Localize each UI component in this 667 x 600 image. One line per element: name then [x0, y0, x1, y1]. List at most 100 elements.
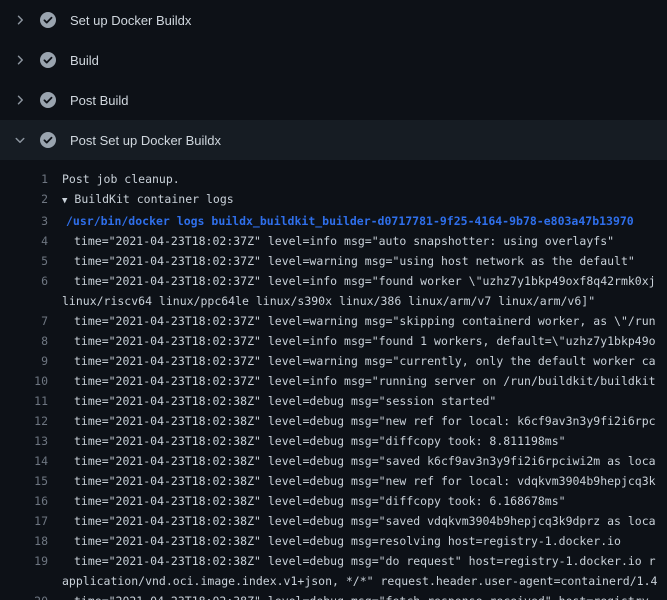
chevron-down-icon	[12, 132, 28, 148]
group-toggle-icon[interactable]: ▼	[62, 196, 67, 206]
log-line: 16 ▼time="2021-04-23T18:02:38Z" level=de…	[0, 491, 667, 511]
log-line-content: time="2021-04-23T18:02:38Z" level=debug …	[74, 434, 566, 448]
check-circle-icon	[40, 52, 56, 68]
log-line: 9 ▼time="2021-04-23T18:02:37Z" level=war…	[0, 351, 667, 371]
log-line-text: ▼time="2021-04-23T18:02:38Z" level=debug…	[48, 591, 649, 600]
log-line-text: ▼/usr/bin/docker logs buildx_buildkit_bu…	[48, 211, 634, 231]
log-line-number[interactable]: 11	[0, 391, 48, 411]
log-line-content: time="2021-04-23T18:02:38Z" level=debug …	[74, 554, 656, 568]
log-line-text: ▼time="2021-04-23T18:02:38Z" level=debug…	[48, 511, 656, 531]
chevron-right-icon	[12, 12, 28, 28]
log-line-text: ▼time="2021-04-23T18:02:38Z" level=debug…	[48, 451, 656, 471]
log-line-text: ▼time="2021-04-23T18:02:37Z" level=warni…	[48, 351, 656, 371]
check-circle-icon	[40, 92, 56, 108]
log-line-text: ▼ BuildKit container logs	[48, 189, 234, 211]
log-line-number[interactable]: 18	[0, 531, 48, 551]
log-line: ▼application/vnd.oci.image.index.v1+json…	[0, 571, 667, 591]
step-section-title: Set up Docker Buildx	[70, 13, 191, 28]
log-line-content: time="2021-04-23T18:02:37Z" level=info m…	[74, 334, 656, 348]
log-line: 15 ▼time="2021-04-23T18:02:38Z" level=de…	[0, 471, 667, 491]
log-line-number[interactable]: 8	[0, 331, 48, 351]
log-line-text: ▼time="2021-04-23T18:02:37Z" level=info …	[48, 231, 614, 251]
log-line: 17 ▼time="2021-04-23T18:02:38Z" level=de…	[0, 511, 667, 531]
step-section-title: Build	[70, 53, 99, 68]
log-line: 12 ▼time="2021-04-23T18:02:38Z" level=de…	[0, 411, 667, 431]
log-line-text: ▼linux/riscv64 linux/ppc64le linux/s390x…	[48, 291, 595, 311]
log-line: 8 ▼time="2021-04-23T18:02:37Z" level=inf…	[0, 331, 667, 351]
step-section-header[interactable]: Set up Docker Buildx	[0, 0, 667, 40]
log-line-content: time="2021-04-23T18:02:38Z" level=debug …	[74, 414, 656, 428]
log-line-text: ▼time="2021-04-23T18:02:37Z" level=warni…	[48, 251, 635, 271]
step-section-header[interactable]: Build	[0, 40, 667, 80]
log-line-number[interactable]: 7	[0, 311, 48, 331]
log-line-content: time="2021-04-23T18:02:38Z" level=debug …	[74, 394, 496, 408]
step-section-title: Post Set up Docker Buildx	[70, 133, 221, 148]
log-line-number[interactable]: 20	[0, 591, 48, 600]
log-line: 7 ▼time="2021-04-23T18:02:37Z" level=war…	[0, 311, 667, 331]
log-line-number[interactable]: 1	[0, 169, 48, 189]
log-line-text: ▼time="2021-04-23T18:02:38Z" level=debug…	[48, 471, 656, 491]
log-line-content: time="2021-04-23T18:02:37Z" level=info m…	[74, 274, 656, 288]
step-section-title: Post Build	[70, 93, 129, 108]
log-line-number[interactable]: 16	[0, 491, 48, 511]
log-line: 2 ▼ BuildKit container logs	[0, 189, 667, 211]
log-line-number[interactable]: 13	[0, 431, 48, 451]
log-line-number[interactable]: 4	[0, 231, 48, 251]
log-line-text: ▼time="2021-04-23T18:02:38Z" level=debug…	[48, 531, 621, 551]
log-line-number[interactable]: 5	[0, 251, 48, 271]
log-line: 1 ▼Post job cleanup.	[0, 169, 667, 189]
log-line: 3 ▼/usr/bin/docker logs buildx_buildkit_…	[0, 211, 667, 231]
log-line-content: time="2021-04-23T18:02:37Z" level=warnin…	[74, 254, 635, 268]
log-line: 6 ▼time="2021-04-23T18:02:37Z" level=inf…	[0, 271, 667, 291]
log-line: 5 ▼time="2021-04-23T18:02:37Z" level=war…	[0, 251, 667, 271]
log-line-number[interactable]: 9	[0, 351, 48, 371]
check-circle-icon	[40, 12, 56, 28]
log-line: 14 ▼time="2021-04-23T18:02:38Z" level=de…	[0, 451, 667, 471]
log-line-text: ▼time="2021-04-23T18:02:38Z" level=debug…	[48, 411, 656, 431]
log-line-text: ▼time="2021-04-23T18:02:38Z" level=debug…	[48, 391, 496, 411]
log-line: 13 ▼time="2021-04-23T18:02:38Z" level=de…	[0, 431, 667, 451]
log-line-text: ▼time="2021-04-23T18:02:38Z" level=debug…	[48, 491, 566, 511]
log-line-content: time="2021-04-23T18:02:37Z" level=warnin…	[74, 354, 656, 368]
log-line-content: time="2021-04-23T18:02:38Z" level=debug …	[74, 494, 566, 508]
log-line-text: ▼time="2021-04-23T18:02:37Z" level=warni…	[48, 311, 656, 331]
log-line-content: linux/riscv64 linux/ppc64le linux/s390x …	[62, 294, 595, 308]
log-line-number[interactable]: 2	[0, 189, 48, 211]
log-line-content: time="2021-04-23T18:02:38Z" level=debug …	[74, 594, 649, 600]
log-line-text: ▼time="2021-04-23T18:02:37Z" level=info …	[48, 271, 656, 291]
step-section-header[interactable]: Post Set up Docker Buildx	[0, 120, 667, 160]
log-line-text: ▼application/vnd.oci.image.index.v1+json…	[48, 571, 657, 591]
log-line-content: /usr/bin/docker logs buildx_buildkit_bui…	[66, 214, 634, 228]
log-line-number[interactable]	[0, 291, 48, 311]
log-line-content: time="2021-04-23T18:02:38Z" level=debug …	[74, 454, 656, 468]
log-line: ▼linux/riscv64 linux/ppc64le linux/s390x…	[0, 291, 667, 311]
step-section-header[interactable]: Post Build	[0, 80, 667, 120]
log-line-text: ▼time="2021-04-23T18:02:37Z" level=info …	[48, 371, 656, 391]
log-line-content: application/vnd.oci.image.index.v1+json,…	[62, 574, 657, 588]
log-line-number[interactable]: 3	[0, 211, 48, 231]
log-line: 10 ▼time="2021-04-23T18:02:37Z" level=in…	[0, 371, 667, 391]
log-line-text: ▼time="2021-04-23T18:02:38Z" level=debug…	[48, 551, 656, 571]
log-line-content: time="2021-04-23T18:02:37Z" level=info m…	[74, 374, 656, 388]
chevron-right-icon	[12, 92, 28, 108]
log-line-number[interactable]	[0, 571, 48, 591]
log-line: 19 ▼time="2021-04-23T18:02:38Z" level=de…	[0, 551, 667, 571]
chevron-right-icon	[12, 52, 28, 68]
log-line-number[interactable]: 12	[0, 411, 48, 431]
log-output: 1 ▼Post job cleanup. 2 ▼ BuildKit contain…	[0, 160, 667, 600]
log-line-number[interactable]: 6	[0, 271, 48, 291]
log-line-number[interactable]: 15	[0, 471, 48, 491]
log-line-content: time="2021-04-23T18:02:38Z" level=debug …	[74, 534, 621, 548]
log-line-content: BuildKit container logs	[74, 192, 233, 206]
step-section-list: Set up Docker Buildx Build P	[0, 0, 667, 160]
log-line: 4 ▼time="2021-04-23T18:02:37Z" level=inf…	[0, 231, 667, 251]
check-circle-icon	[40, 132, 56, 148]
log-line-content: Post job cleanup.	[62, 172, 180, 186]
log-line-number[interactable]: 14	[0, 451, 48, 471]
log-line-number[interactable]: 10	[0, 371, 48, 391]
log-line: 20 ▼time="2021-04-23T18:02:38Z" level=de…	[0, 591, 667, 600]
log-line-number[interactable]: 17	[0, 511, 48, 531]
log-line-number[interactable]: 19	[0, 551, 48, 571]
log-line-content: time="2021-04-23T18:02:38Z" level=debug …	[74, 474, 656, 488]
log-line-content: time="2021-04-23T18:02:37Z" level=warnin…	[74, 314, 656, 328]
